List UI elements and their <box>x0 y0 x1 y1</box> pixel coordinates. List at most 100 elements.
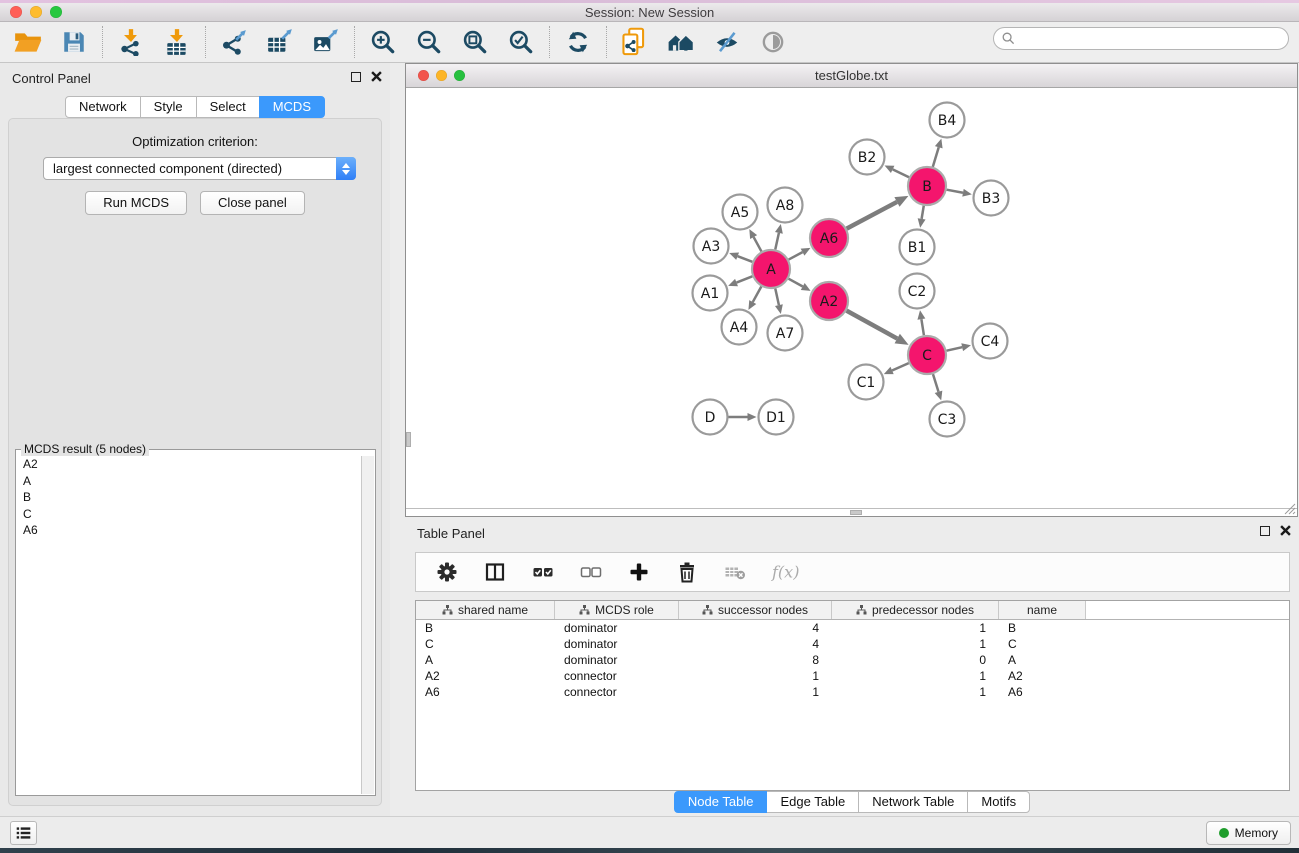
graph-node-A2[interactable]: A2 <box>810 282 848 320</box>
export-image-button[interactable] <box>306 24 346 60</box>
apply-layout-button[interactable] <box>558 24 598 60</box>
graph-node-C1[interactable]: C1 <box>849 365 884 400</box>
graph-edge-A-A1[interactable] <box>737 276 753 282</box>
graph-node-A3[interactable]: A3 <box>694 229 729 264</box>
graph-edge-C-C3[interactable] <box>933 374 939 392</box>
graph-edge-B-B3[interactable] <box>947 190 963 193</box>
close-panel-button[interactable]: Close panel <box>200 191 305 215</box>
delete-columns-button[interactable] <box>670 555 704 589</box>
graph-node-A4[interactable]: A4 <box>722 310 757 345</box>
create-column-button[interactable] <box>622 555 656 589</box>
graph-edge-A6-B[interactable] <box>847 202 897 229</box>
graph-node-C[interactable]: C <box>908 336 946 374</box>
tab-network[interactable]: Network <box>65 96 141 118</box>
close-table-panel-icon[interactable] <box>1280 525 1291 536</box>
graph-node-A[interactable]: A <box>752 250 790 288</box>
column-header-shared-name[interactable]: shared name <box>416 601 555 619</box>
tab-edge-table[interactable]: Edge Table <box>766 791 859 813</box>
graph-edge-C-C4[interactable] <box>947 347 963 350</box>
mcds-result-item[interactable]: A2 <box>17 456 361 473</box>
graph-edge-B-B1[interactable] <box>922 206 924 219</box>
column-header-mcds-role[interactable]: MCDS role <box>555 601 679 619</box>
graph-node-A5[interactable]: A5 <box>723 195 758 230</box>
memory-button[interactable]: Memory <box>1206 821 1291 845</box>
graph-node-C3[interactable]: C3 <box>930 402 965 437</box>
graph-node-B4[interactable]: B4 <box>930 103 965 138</box>
network-canvas[interactable]: B4 B2 B B3 A5 A8A6 A3 A B1 A1 A2 C2 A4 A7 C4 C1 C C3 D D1 <box>406 88 1297 509</box>
mcds-result-item[interactable]: A <box>17 473 361 490</box>
import-network-button[interactable] <box>111 24 151 60</box>
column-header-successor-nodes[interactable]: successor nodes <box>679 601 832 619</box>
new-network-from-selection-button[interactable] <box>615 24 655 60</box>
tab-mcds[interactable]: MCDS <box>259 96 325 118</box>
run-mcds-button[interactable]: Run MCDS <box>85 191 187 215</box>
show-graphics-details-button[interactable] <box>753 24 793 60</box>
float-table-panel-icon[interactable] <box>1260 526 1270 536</box>
graph-edge-A-A5[interactable] <box>754 237 762 251</box>
network-vertical-scrollbar[interactable] <box>406 432 411 447</box>
function-builder-button[interactable]: f(x) <box>766 555 808 589</box>
graph-node-B2[interactable]: B2 <box>850 140 885 175</box>
graph-node-B1[interactable]: B1 <box>900 230 935 265</box>
graph-edge-A-A3[interactable] <box>738 256 753 262</box>
export-network-button[interactable] <box>214 24 254 60</box>
graph-node-A6[interactable]: A6 <box>810 219 848 257</box>
mcds-result-item[interactable]: B <box>17 489 361 506</box>
column-header-predecessor-nodes[interactable]: predecessor nodes <box>832 601 999 619</box>
graph-edge-A-A6[interactable] <box>789 252 803 259</box>
graph-node-D[interactable]: D <box>693 400 728 435</box>
graph-edge-A2-C[interactable] <box>847 311 898 339</box>
graph-node-B[interactable]: B <box>908 167 946 205</box>
criterion-select[interactable]: largest connected component (directed) <box>43 157 356 180</box>
import-table-button[interactable] <box>157 24 197 60</box>
zoom-selected-button[interactable] <box>501 24 541 60</box>
open-file-button[interactable] <box>8 24 48 60</box>
table-row[interactable]: Adominator80A <box>416 652 1289 668</box>
float-panel-icon[interactable] <box>351 72 361 82</box>
graph-edge-B-B2[interactable] <box>893 169 909 177</box>
graph-edge-C-C2[interactable] <box>921 319 924 335</box>
tab-select[interactable]: Select <box>196 96 260 118</box>
tab-style[interactable]: Style <box>140 96 197 118</box>
search-input[interactable] <box>1015 30 1288 48</box>
save-session-button[interactable] <box>54 24 94 60</box>
zoom-in-button[interactable] <box>363 24 403 60</box>
mcds-result-item[interactable]: C <box>17 506 361 523</box>
split-panel-button[interactable] <box>478 555 512 589</box>
result-scrollbar[interactable] <box>361 456 374 794</box>
graph-node-C4[interactable]: C4 <box>973 324 1008 359</box>
show-all-networks-button[interactable] <box>661 24 701 60</box>
graph-edge-B-B4[interactable] <box>933 147 939 167</box>
table-row[interactable]: Bdominator41B <box>416 620 1289 636</box>
tab-motifs[interactable]: Motifs <box>967 791 1030 813</box>
graph-edge-A-A2[interactable] <box>789 279 803 287</box>
graph-node-D1[interactable]: D1 <box>759 400 794 435</box>
column-settings-button[interactable] <box>430 555 464 589</box>
tab-network-table[interactable]: Network Table <box>858 791 968 813</box>
table-row[interactable]: A6connector11A6 <box>416 684 1289 700</box>
task-history-button[interactable] <box>10 821 37 845</box>
graph-node-B3[interactable]: B3 <box>974 181 1009 216</box>
graph-node-A1[interactable]: A1 <box>693 276 728 311</box>
zoom-out-button[interactable] <box>409 24 449 60</box>
graph-edge-C-C1[interactable] <box>892 363 909 370</box>
select-all-rows-button[interactable] <box>526 555 560 589</box>
delete-table-button[interactable] <box>718 555 752 589</box>
graph-node-A7[interactable]: A7 <box>768 316 803 351</box>
hide-graphics-details-button[interactable] <box>707 24 747 60</box>
resize-grip-icon[interactable] <box>1282 501 1296 515</box>
zoom-fit-button[interactable] <box>455 24 495 60</box>
column-header-name[interactable]: name <box>999 601 1086 619</box>
mcds-result-item[interactable]: A6 <box>17 522 361 539</box>
graph-node-C2[interactable]: C2 <box>900 274 935 309</box>
graph-node-A8[interactable]: A8 <box>768 188 803 223</box>
graph-edge-A-A7[interactable] <box>775 289 779 306</box>
network-horizontal-scrollbar[interactable] <box>850 510 862 515</box>
export-table-button[interactable] <box>260 24 300 60</box>
graph-edge-A-A4[interactable] <box>753 287 762 303</box>
deselect-all-rows-button[interactable] <box>574 555 608 589</box>
table-row[interactable]: A2connector11A2 <box>416 668 1289 684</box>
graph-edge-A-A8[interactable] <box>775 233 779 250</box>
tab-node-table[interactable]: Node Table <box>674 791 768 813</box>
close-panel-icon[interactable] <box>371 71 382 82</box>
